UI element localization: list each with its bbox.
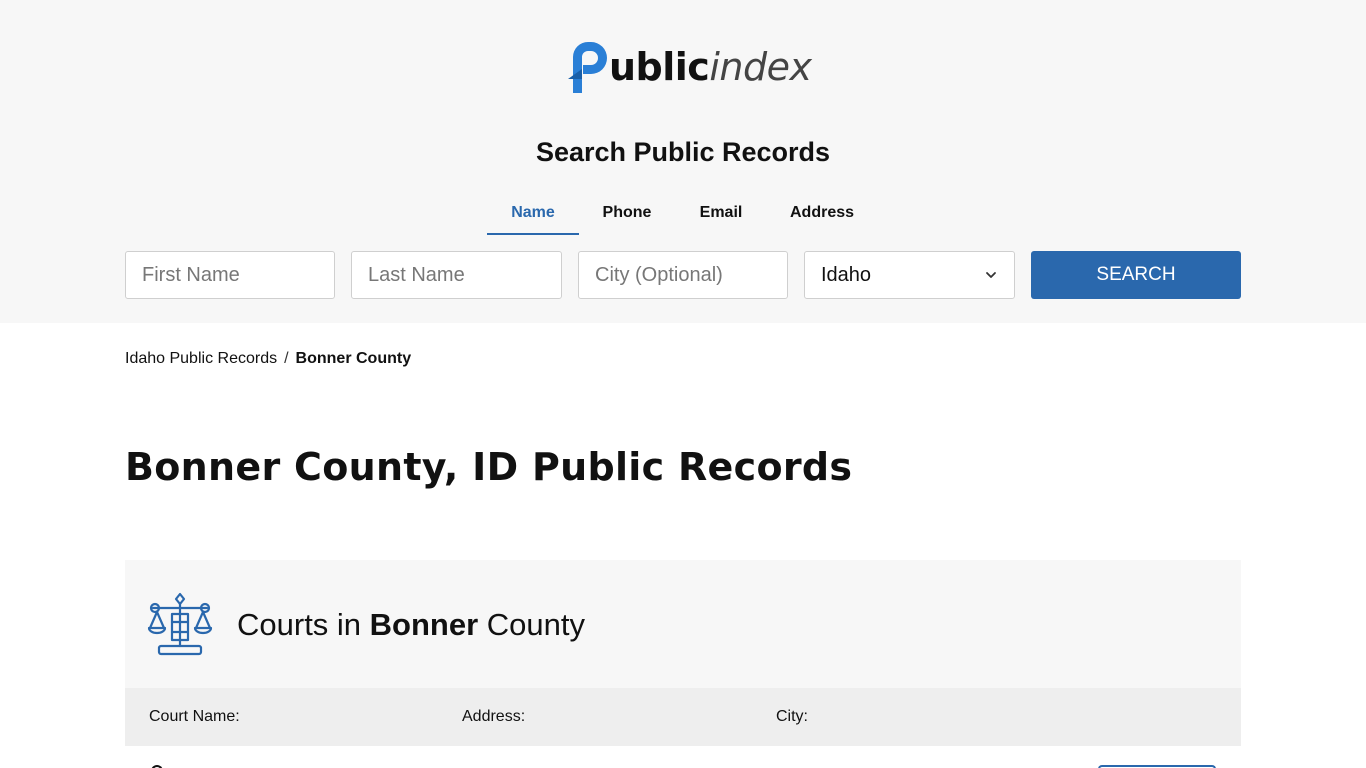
courts-section: Courts in Bonner County Court Name: Addr… [125, 560, 1241, 768]
courts-title-suffix: County [486, 607, 586, 642]
courts-title: Courts in Bonner County [237, 607, 585, 643]
search-header: ublic index Search Public Records Name P… [0, 0, 1366, 323]
search-tabs: Name Phone Email Address [487, 196, 877, 236]
page-title: Bonner County, ID Public Records [125, 445, 853, 489]
last-name-input[interactable] [351, 251, 562, 299]
publicindex-logo[interactable]: ublic index [567, 38, 812, 96]
column-header-address: Address: [462, 708, 526, 725]
search-button[interactable]: SEARCH [1031, 251, 1241, 299]
breadcrumb-separator: / [284, 350, 289, 367]
breadcrumb: Idaho Public Records / Bonner County [125, 350, 411, 368]
first-name-input[interactable] [125, 251, 335, 299]
column-header-city: City: [776, 708, 808, 725]
tab-address[interactable]: Address [767, 196, 877, 235]
logo-arrow-icon [568, 42, 607, 93]
chevron-down-icon [986, 272, 996, 278]
courts-title-county: Bonner [369, 607, 479, 642]
breadcrumb-current: Bonner County [295, 350, 412, 367]
breadcrumb-link-state[interactable]: Idaho Public Records [125, 350, 277, 368]
state-select[interactable]: Idaho [804, 251, 1015, 299]
scales-of-justice-icon [147, 592, 213, 656]
courts-title-prefix: Courts in [237, 607, 362, 642]
tab-phone[interactable]: Phone [579, 196, 675, 235]
city-input[interactable] [578, 251, 788, 299]
search-title: Search Public Records [535, 137, 831, 167]
tab-email[interactable]: Email [675, 196, 767, 235]
logo-text-italic: index [709, 45, 812, 89]
column-header-court-name: Court Name: [149, 708, 240, 725]
table-row [125, 746, 1241, 768]
tab-name[interactable]: Name [487, 196, 579, 235]
courts-table-header: Court Name: Address: City: [125, 688, 1241, 746]
logo-text-bold: ublic [609, 45, 710, 89]
courts-header: Courts in Bonner County [125, 560, 1241, 688]
state-select-value: Idaho [821, 263, 872, 286]
